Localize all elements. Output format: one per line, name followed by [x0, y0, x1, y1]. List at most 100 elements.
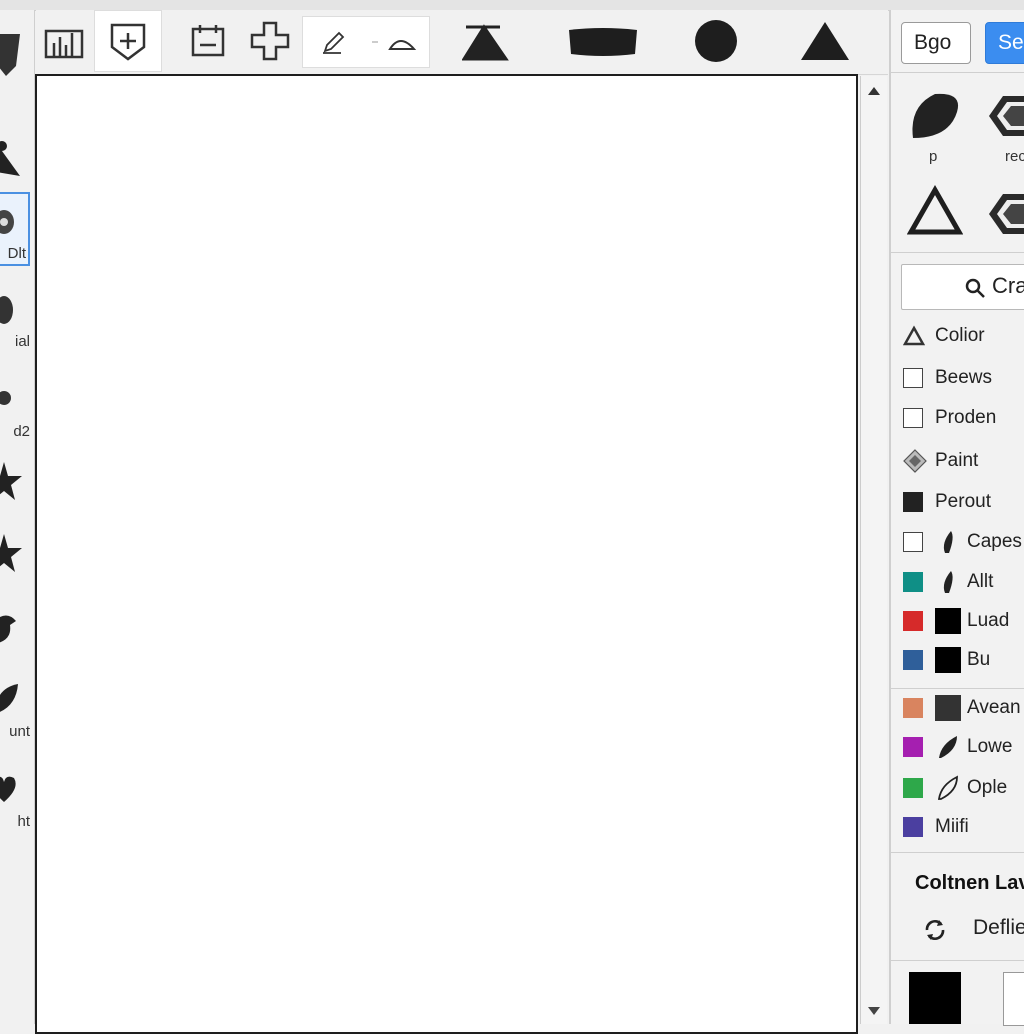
plus-tool-button[interactable] — [242, 10, 298, 72]
item-label: Miifi — [935, 816, 969, 837]
shape-triangle[interactable] — [906, 184, 964, 240]
color-swatch[interactable] — [903, 698, 923, 718]
list-item-lowe[interactable]: Lowe — [903, 731, 1024, 763]
tool-label: ial — [14, 333, 30, 350]
item-label: Perout — [935, 491, 991, 512]
triangle-tool-button[interactable] — [794, 10, 856, 72]
pen-icon — [0, 141, 20, 176]
color-swatch[interactable] — [903, 737, 923, 757]
tool-blob[interactable]: Dlt — [0, 192, 30, 266]
item-label: Ople — [967, 777, 1008, 798]
tool-heart[interactable]: ht — [0, 762, 32, 832]
select-button[interactable]: Se — [985, 22, 1024, 64]
tool-drop[interactable]: ial — [0, 282, 32, 352]
triangle-outline-icon — [903, 325, 925, 346]
brush-outline-icon — [935, 775, 961, 801]
color-swatch[interactable] — [903, 611, 923, 631]
shield-icon — [0, 34, 20, 76]
color-swatch[interactable] — [903, 492, 923, 512]
list-item-colior[interactable]: Colior — [903, 320, 1024, 352]
circle-tool-button[interactable] — [686, 10, 746, 72]
scroll-down-icon[interactable] — [865, 1002, 883, 1020]
left-toolbar: Dlt ial d2 unt ht — [0, 10, 35, 1024]
chart-tool-button[interactable] — [36, 10, 92, 72]
brush-icon — [569, 28, 637, 56]
color-swatch[interactable] — [903, 778, 923, 798]
scroll-up-icon[interactable] — [865, 82, 883, 100]
shape-label: rec — [1005, 148, 1024, 165]
dot-icon — [0, 391, 11, 405]
pencil-tool-button[interactable] — [309, 17, 359, 67]
tool-dot[interactable]: d2 — [0, 372, 32, 442]
square-icon — [935, 695, 961, 721]
item-label: Beews — [935, 367, 993, 388]
leaf-shape-icon — [912, 93, 959, 138]
right-panel: Bgo Se p rec Cra Colior Beews Proden Pai… — [889, 10, 1024, 1026]
item-label: Capes — [967, 531, 1022, 552]
tool-star-2[interactable] — [0, 522, 32, 592]
list-item-miifi[interactable]: Miifi — [903, 811, 1024, 843]
tool-star-1[interactable] — [0, 450, 32, 520]
pencil-icon — [323, 31, 345, 54]
heart-icon — [0, 776, 16, 802]
drawing-canvas[interactable] — [35, 74, 858, 1034]
square-icon — [935, 647, 961, 673]
star-icon — [0, 534, 22, 572]
list-item-beews[interactable]: Beews — [903, 362, 1024, 394]
shield-plus-tool-button[interactable] — [94, 10, 162, 72]
item-label: Luad — [967, 610, 1010, 631]
tool-leaf[interactable]: unt — [0, 672, 32, 742]
background-button[interactable]: Bgo — [901, 22, 971, 64]
calendar-icon — [191, 25, 225, 57]
list-item-perout[interactable]: Perout — [903, 486, 1024, 518]
triangle-outline-icon — [906, 184, 964, 235]
item-label: Avean — [967, 697, 1021, 718]
divider — [891, 688, 1024, 689]
layer-thumbnail[interactable] — [1003, 972, 1024, 1026]
color-swatch[interactable] — [903, 650, 923, 670]
list-item-bu[interactable]: Bu — [903, 644, 1024, 676]
search-input[interactable]: Cra — [901, 264, 1024, 310]
calendar-tool-button[interactable] — [180, 10, 236, 72]
shape-hexagon[interactable]: rec — [985, 88, 1024, 168]
drop-icon — [0, 296, 13, 324]
tool-shield[interactable] — [0, 20, 32, 90]
star-icon — [0, 462, 22, 500]
tool-pen[interactable] — [0, 120, 32, 190]
hexagon-icon — [989, 194, 1024, 234]
item-label: Bu — [967, 649, 991, 670]
primary-color-swatch[interactable] — [909, 972, 961, 1024]
list-item-avean[interactable]: Avean — [903, 692, 1024, 724]
item-label: Lowe — [967, 736, 1013, 757]
item-label: Allt — [967, 571, 994, 592]
vertical-scrollbar[interactable] — [860, 76, 887, 1024]
chart-icon — [44, 29, 84, 59]
checkbox[interactable] — [903, 368, 923, 388]
shape-hexagon-2[interactable] — [985, 186, 1024, 242]
brush-tool-button[interactable] — [562, 10, 644, 72]
shape-leaf[interactable]: p — [905, 88, 965, 168]
brush-icon — [935, 734, 961, 760]
arc-icon — [372, 40, 417, 50]
arc-tool-button[interactable] — [365, 17, 425, 67]
fill-icon — [462, 24, 509, 61]
list-item-allt[interactable]: Allt — [903, 566, 1024, 598]
brush-icon — [935, 529, 961, 555]
fill-tool-button[interactable] — [456, 10, 518, 72]
section-title: Coltnen Lav — [915, 872, 1024, 894]
tool-label: ht — [17, 813, 30, 830]
list-item-proden[interactable]: Proden — [903, 402, 1024, 434]
color-swatch[interactable] — [903, 572, 923, 592]
list-item-capes[interactable]: Capes — [903, 526, 1024, 558]
list-item-paint[interactable]: Paint — [903, 445, 1024, 477]
list-item-ople[interactable]: Ople — [903, 772, 1024, 804]
deflect-label[interactable]: Deflie — [973, 916, 1024, 940]
tool-label: Dlt — [7, 245, 26, 262]
checkbox[interactable] — [903, 408, 923, 428]
color-swatch[interactable] — [903, 532, 923, 552]
tool-bird[interactable] — [0, 595, 32, 665]
plus-icon — [250, 21, 290, 61]
list-item-luad[interactable]: Luad — [903, 605, 1024, 637]
color-swatch[interactable] — [903, 817, 923, 837]
refresh-icon[interactable] — [921, 916, 949, 944]
